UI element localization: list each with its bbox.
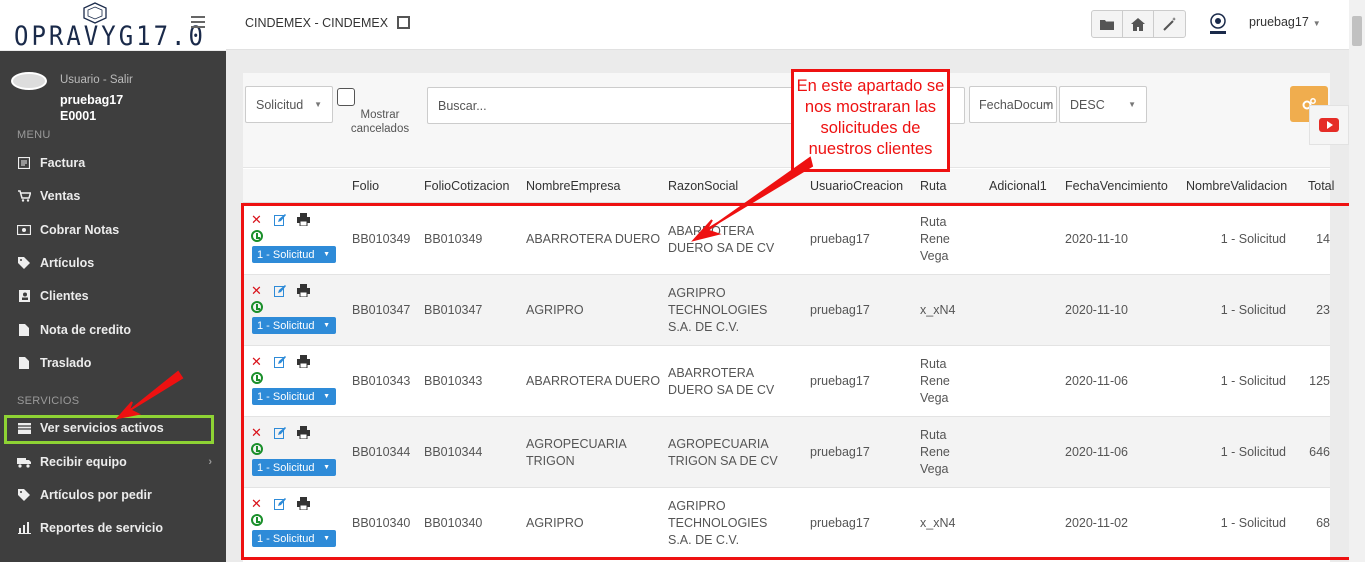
sidebar-user-name: pruebag17 <box>60 93 124 107</box>
sidebar-item-traslado[interactable]: Traslado <box>0 349 226 377</box>
show-cancelled-label: Mostrar cancelados <box>350 109 410 135</box>
home-icon <box>1131 17 1145 31</box>
column-header[interactable]: UsuarioCreacion <box>810 179 903 193</box>
sort-order-select[interactable]: DESC ▼ <box>1059 86 1147 123</box>
sidebar-item-cobrar-notas[interactable]: Cobrar Notas <box>0 216 226 244</box>
sidebar-item-nota-credito[interactable]: Nota de credito <box>0 316 226 344</box>
sidebar-item-articulos[interactable]: Artículos <box>0 249 226 277</box>
column-header[interactable]: RazonSocial <box>668 179 738 193</box>
bar-chart-icon <box>17 522 31 535</box>
sidebar-item-label: Clientes <box>40 289 89 303</box>
contacts-icon <box>17 290 31 303</box>
column-header[interactable]: NombreEmpresa <box>526 179 620 193</box>
column-header[interactable]: Total <box>1308 179 1334 193</box>
money-icon <box>17 224 31 237</box>
document-icon <box>17 324 31 337</box>
filter-bar: Solicitud ▼ Mostrar cancelados FechaDocum… <box>243 73 1330 168</box>
sidebar-item-label: Traslado <box>40 356 92 370</box>
top-bar: OPRAVYG17.0 CINDEMEX - CINDEMEX pruebag1… <box>0 0 1365 52</box>
services-section-label: SERVICIOS <box>17 395 80 407</box>
user-logout-link[interactable]: Usuario - Salir <box>60 74 133 86</box>
sidebar-item-clientes[interactable]: Clientes <box>0 282 226 310</box>
magic-button[interactable] <box>1154 11 1185 37</box>
vertical-scrollbar[interactable] <box>1349 0 1365 562</box>
dropdown-arrow-icon: ▼ <box>1128 100 1136 109</box>
user-avatar <box>11 72 47 90</box>
company-avatar-icon[interactable] <box>1206 12 1230 36</box>
show-cancelled-checkbox[interactable] <box>337 88 355 106</box>
sidebar: Usuario - Salir pruebag17 E0001 MENU Fac… <box>0 51 226 562</box>
scrollbar-thumb[interactable] <box>1352 16 1362 46</box>
sidebar-item-ventas[interactable]: Ventas <box>0 182 226 210</box>
tags-icon <box>17 489 31 502</box>
column-header[interactable]: NombreValidacion <box>1186 179 1287 193</box>
cart-icon <box>17 190 31 203</box>
sidebar-user-code: E0001 <box>60 109 97 123</box>
folder-button[interactable] <box>1092 11 1123 37</box>
sidebar-item-label: Reportes de servicio <box>40 521 163 535</box>
truck-icon <box>17 456 31 469</box>
column-header[interactable]: Ruta <box>920 179 946 193</box>
fullscreen-icon[interactable] <box>397 16 410 29</box>
type-select-value: Solicitud <box>256 97 304 112</box>
sidebar-item-label: Ventas <box>40 189 81 203</box>
folder-icon <box>1100 20 1114 30</box>
username-label: pruebag17 <box>1249 15 1309 29</box>
transfer-icon <box>17 357 31 370</box>
column-header[interactable]: Adicional1 <box>989 179 1047 193</box>
annotation-frame <box>241 203 1361 560</box>
sort-order-value: DESC <box>1070 97 1105 112</box>
magic-wand-icon <box>1162 17 1176 31</box>
dropdown-arrow-icon: ▼ <box>1044 100 1052 109</box>
sort-field-select[interactable]: FechaDocum ▼ <box>969 86 1057 123</box>
sidebar-item-label: Cobrar Notas <box>40 223 120 237</box>
column-header[interactable]: FolioCotizacion <box>424 179 509 193</box>
chevron-right-icon: › <box>208 456 212 468</box>
company-name: CINDEMEX - CINDEMEX <box>245 16 389 30</box>
user-menu[interactable]: pruebag17 ▼ <box>1249 15 1321 29</box>
column-header[interactable]: Folio <box>352 179 379 193</box>
type-select[interactable]: Solicitud ▼ <box>245 86 333 123</box>
column-header[interactable]: FechaVencimiento <box>1065 179 1168 193</box>
youtube-button[interactable] <box>1309 105 1349 145</box>
sidebar-item-reportes-servicio[interactable]: Reportes de servicio <box>0 514 226 542</box>
tag-icon <box>17 257 31 270</box>
dropdown-arrow-icon: ▼ <box>314 100 322 109</box>
annotation-callout: En este apartado se nos mostraran las so… <box>791 69 950 172</box>
sort-field-value: FechaDocum <box>979 97 1054 112</box>
caret-down-icon: ▼ <box>1312 19 1321 28</box>
sidebar-item-recibir-equipo[interactable]: Recibir equipo › <box>0 448 226 476</box>
invoice-icon <box>17 157 31 170</box>
menu-section-label: MENU <box>17 129 51 141</box>
menu-toggle-icon[interactable] <box>191 16 205 28</box>
table-header: Folio FolioCotizacion NombreEmpresa Razo… <box>243 169 1334 203</box>
highlight-frame <box>4 415 214 444</box>
youtube-icon <box>1319 118 1339 132</box>
quick-actions <box>1091 10 1186 38</box>
sidebar-item-label: Factura <box>40 156 86 170</box>
home-button[interactable] <box>1123 11 1154 37</box>
sidebar-item-label: Recibir equipo <box>40 455 127 469</box>
logo-text: OPRAVYG17.0 <box>14 20 206 52</box>
sidebar-item-factura[interactable]: Factura <box>0 149 226 177</box>
sidebar-item-label: Artículos por pedir <box>40 488 152 502</box>
sidebar-item-label: Artículos <box>40 256 95 270</box>
sidebar-item-articulos-por-pedir[interactable]: Artículos por pedir <box>0 481 226 509</box>
sidebar-item-label: Nota de credito <box>40 323 131 337</box>
